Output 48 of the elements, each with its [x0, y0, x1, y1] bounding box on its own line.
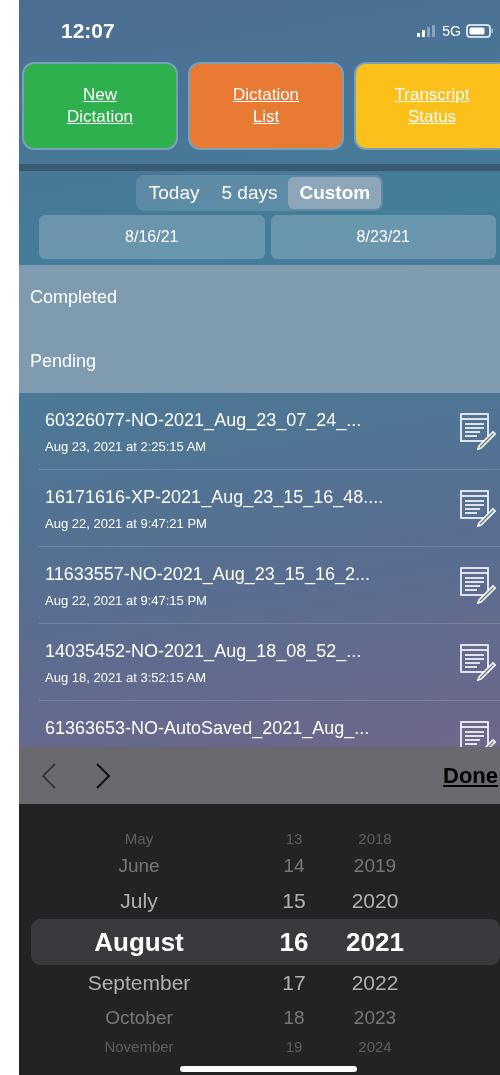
picker-option[interactable]: 15	[282, 889, 306, 913]
document-pencil-icon[interactable]	[460, 720, 496, 747]
document-pencil-icon[interactable]	[460, 489, 496, 527]
action-button[interactable]: New Dictation	[22, 62, 178, 150]
picker-option[interactable]: 14	[283, 855, 305, 877]
dictation-date: Aug 18, 2021 at 3:52:15 AM	[45, 670, 208, 685]
dictation-date: Aug 22, 2021 at 9:47:15 PM	[45, 593, 208, 608]
status-time: 12:07	[61, 19, 115, 43]
dictation-row[interactable]: 11633557-NO-2021_Aug_23_15_16_2... Aug 22, 2021 at 9:47:15 PM	[39, 547, 500, 624]
picker-option[interactable]: 2023	[353, 1007, 397, 1029]
dictation-name: 11633557-NO-2021_Aug_23_15_16_2...	[45, 564, 370, 585]
dictation-name: 61363653-NO-AutoSaved_2021_Aug_...	[45, 718, 370, 739]
dictation-date: Aug 22, 2021 at 9:47:21 PM	[45, 516, 208, 531]
document-pencil-icon[interactable]	[460, 412, 496, 450]
document-pencil-icon[interactable]	[460, 643, 496, 681]
date-field[interactable]: 8/16/21	[39, 215, 265, 259]
picker-option[interactable]: October	[105, 1007, 173, 1029]
picker-option[interactable]: 2021	[346, 926, 404, 958]
signal-icon	[417, 25, 438, 37]
date-field[interactable]: 8/23/21	[270, 215, 496, 259]
picker-option[interactable]: June	[118, 855, 160, 877]
picker-option[interactable]: July	[120, 889, 158, 913]
dictation-name: 14035452-NO-2021_Aug_18_08_52_...	[45, 641, 362, 662]
picker-option[interactable]: 2019	[353, 855, 397, 877]
dictation-name: 16171616-XP-2021_Aug_23_15_16_48....	[45, 487, 384, 508]
dictation-row[interactable]: 16171616-XP-2021_Aug_23_15_16_48.... Aug 22, 2021 at 9:47:21 PM	[39, 470, 500, 547]
dictation-date: Aug 23, 2021 at 2:25:15 AM	[45, 439, 208, 454]
document-pencil-icon[interactable]	[460, 566, 496, 604]
done-button[interactable]: Done	[443, 762, 498, 789]
picker-option[interactable]: 17	[282, 971, 306, 995]
picker-option[interactable]: 2020	[351, 889, 399, 913]
dictation-name: 60326077-NO-2021_Aug_23_07_24_...	[45, 410, 362, 431]
range-tab[interactable]: Custom	[288, 177, 382, 209]
picker-option[interactable]: 2022	[351, 971, 399, 995]
action-button[interactable]: Dictation List	[188, 62, 344, 150]
range-tab[interactable]: Today	[137, 177, 211, 209]
next-chevron-icon[interactable]	[95, 761, 111, 790]
range-tab[interactable]: 5 days	[210, 177, 289, 209]
dictation-row[interactable]: 14035452-NO-2021_Aug_18_08_52_... Aug 18, 2021 at 3:52:15 AM	[39, 624, 500, 701]
picker-option[interactable]: September	[87, 971, 191, 995]
summary-label: Pending	[29, 350, 98, 373]
summary-label: Completed	[29, 286, 119, 309]
battery-icon	[466, 24, 494, 38]
dictation-row[interactable]: 60326077-NO-2021_Aug_23_07_24_... Aug 23, 2021 at 2:25:15 AM	[39, 393, 500, 470]
picker-option[interactable]: 16	[279, 926, 309, 958]
picker-option[interactable]: 18	[283, 1007, 305, 1029]
network-label: 5G	[442, 23, 461, 39]
picker-option[interactable]: August	[94, 926, 184, 958]
